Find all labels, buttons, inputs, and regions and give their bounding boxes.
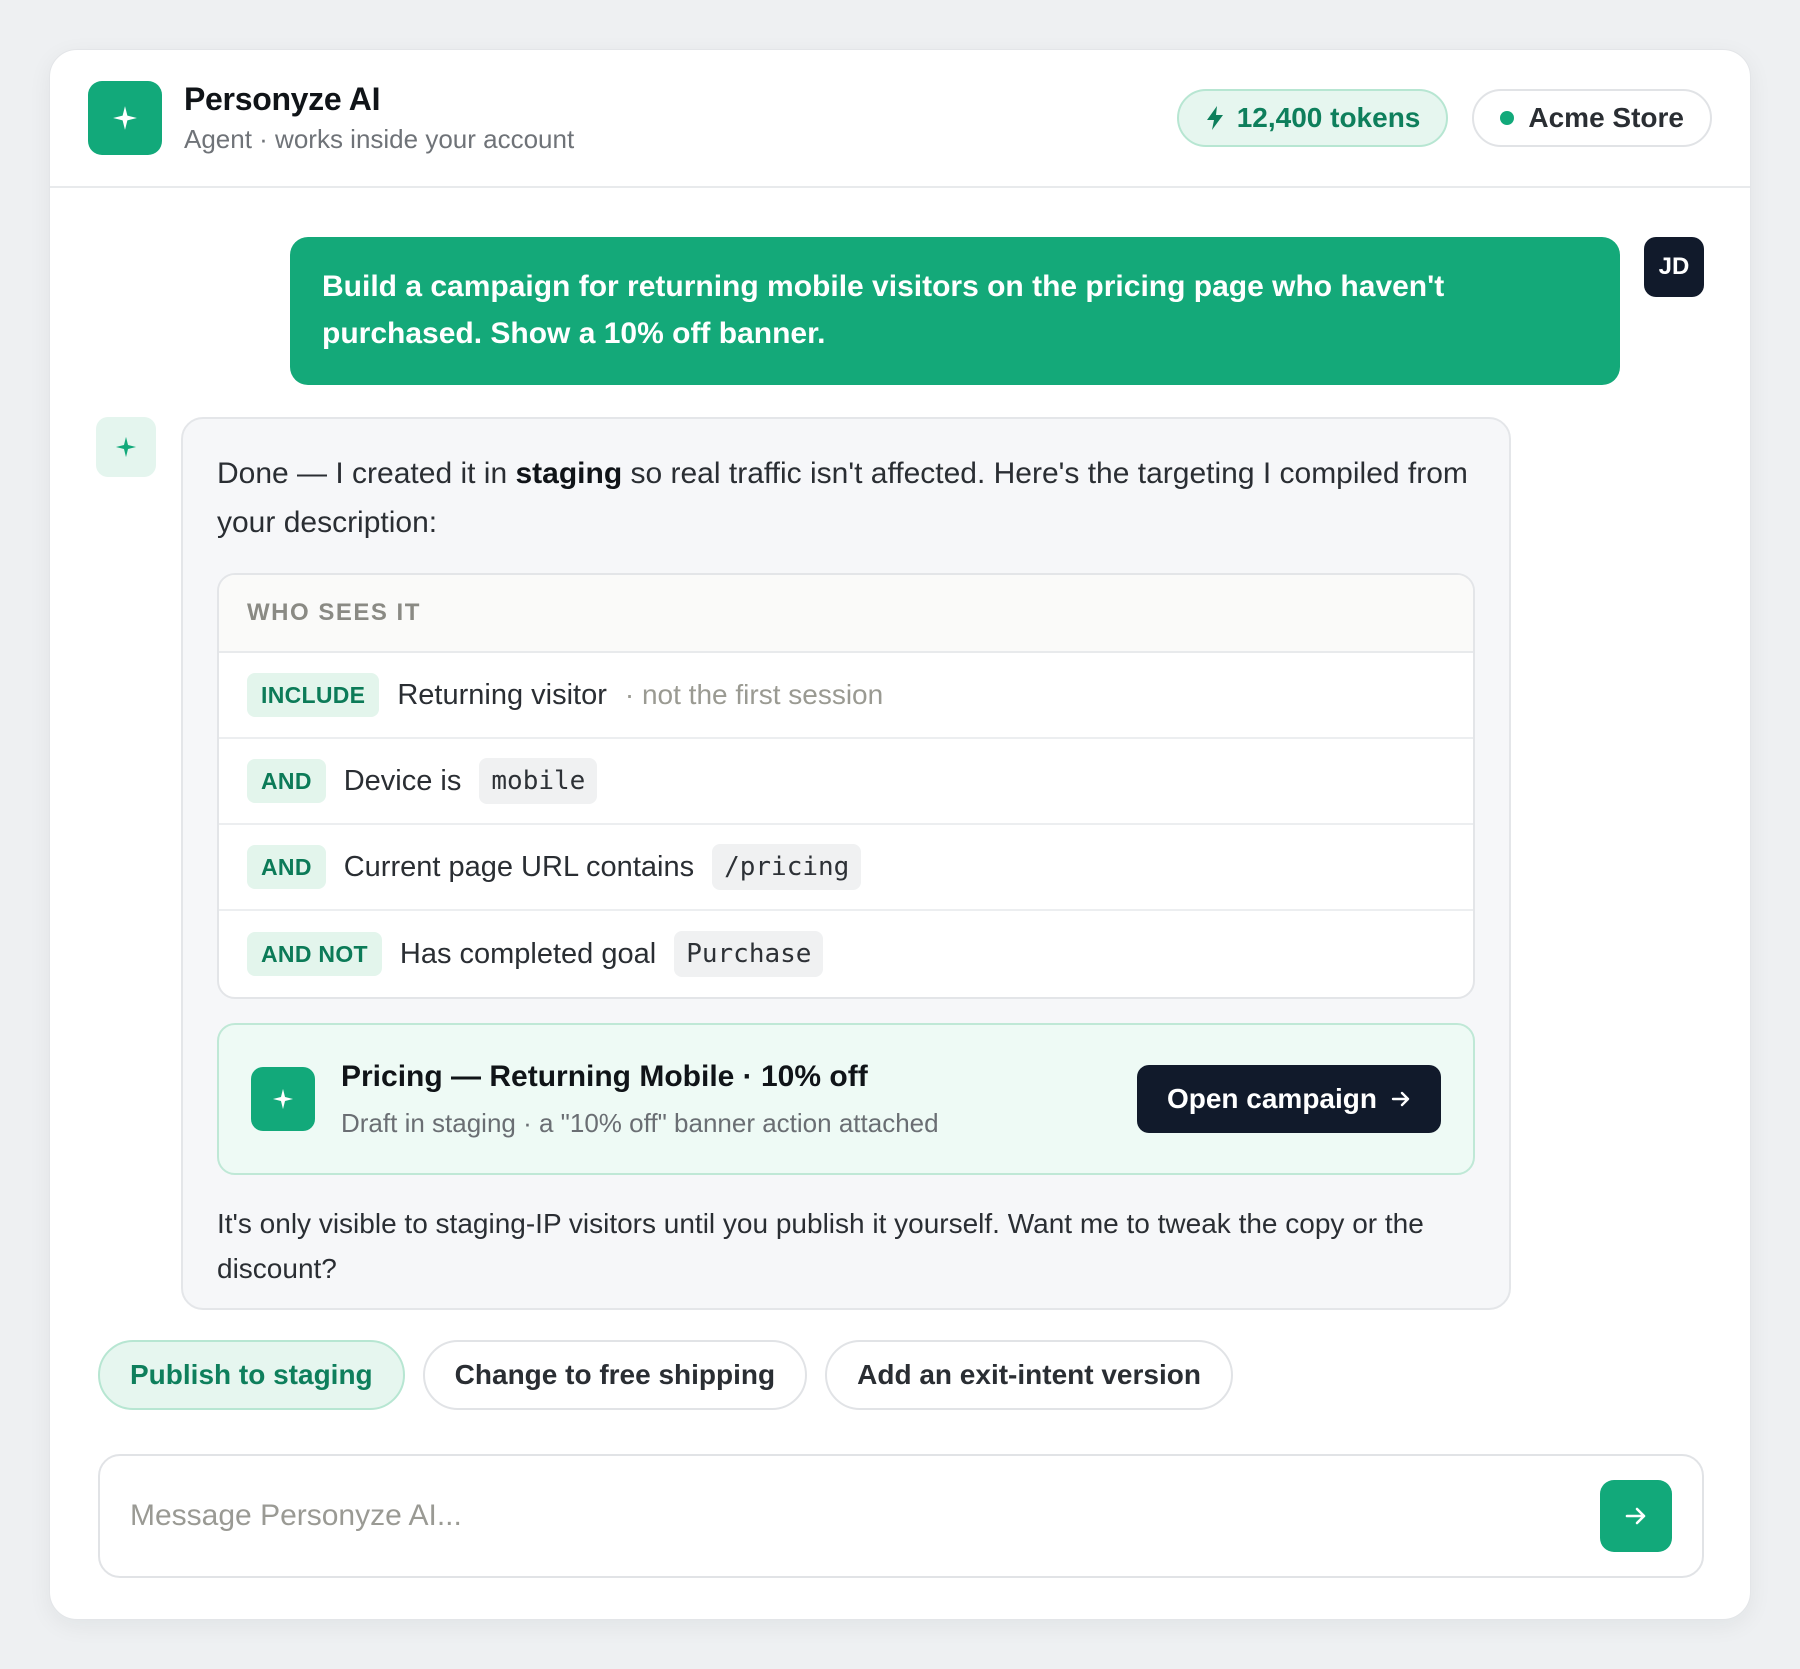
arrow-right-icon: [1625, 1507, 1646, 1525]
rule-operator: AND: [247, 845, 326, 889]
rule-value: Purchase: [674, 931, 824, 977]
user-message: Build a campaign for returning mobile vi…: [290, 237, 1620, 385]
rule-text: Has completed goal: [399, 937, 657, 970]
store-selector[interactable]: Acme Store: [1472, 89, 1712, 147]
targeting-heading: WHO SEES IT: [219, 575, 1473, 653]
targeting-card: WHO SEES IT INCLUDE Returning visitor · …: [217, 573, 1475, 999]
brand: Personyze AI Agent · works inside your a…: [184, 81, 574, 155]
assistant-intro: Done — I created it in staging so real t…: [217, 449, 1475, 547]
campaign-icon: [251, 1067, 315, 1131]
sparkle-icon: [272, 1088, 294, 1110]
assistant-avatar: [96, 417, 156, 477]
rule-operator: AND: [247, 759, 326, 803]
suggestion-publish-staging[interactable]: Publish to staging: [98, 1340, 405, 1410]
sparkle-icon: [113, 106, 137, 130]
rule-operator: INCLUDE: [247, 673, 380, 717]
bolt-icon: [1206, 106, 1223, 130]
app-logo: [88, 81, 162, 155]
app-title: Personyze AI: [184, 81, 381, 117]
store-name: Acme Store: [1528, 102, 1684, 133]
send-button[interactable]: [1600, 1480, 1672, 1552]
intro-bold: staging: [515, 457, 623, 490]
arrow-right-icon: [1391, 1091, 1410, 1107]
open-campaign-label: Open campaign: [1166, 1083, 1377, 1114]
rule-text: Returning visitor: [397, 678, 607, 711]
rule-text: Current page URL contains: [343, 850, 695, 883]
rule-note: · not the first session: [624, 679, 884, 710]
targeting-rule: INCLUDE Returning visitor · not the firs…: [219, 653, 1473, 739]
header-actions: 12,400 tokens Acme Store: [1176, 89, 1712, 147]
app-subtitle: Agent · works inside your account: [184, 124, 575, 154]
status-dot-icon: [1500, 111, 1515, 125]
campaign-subtitle: Draft in staging · a "10% off" banner ac…: [341, 1107, 939, 1138]
sparkle-icon: [115, 436, 137, 458]
token-count: 12,400 tokens: [1236, 102, 1421, 133]
assistant-outro: It's only visible to staging-IP visitors…: [217, 1208, 1424, 1284]
suggestion-exit-intent[interactable]: Add an exit-intent version: [825, 1340, 1233, 1410]
campaign-card: Pricing — Returning Mobile · 10% off Dra…: [217, 1023, 1475, 1175]
intro-text: Done — I created it in: [217, 457, 516, 490]
rule-value: /pricing: [712, 844, 862, 890]
targeting-rule: AND NOT Has completed goal Purchase: [219, 911, 1473, 997]
rule-value: mobile: [479, 758, 598, 804]
open-campaign-button[interactable]: Open campaign: [1136, 1065, 1441, 1133]
suggestion-chips: Publish to staging Change to free shippi…: [98, 1340, 1233, 1410]
assistant-window: Personyze AI Agent · works inside your a…: [49, 49, 1751, 1620]
suggestion-free-shipping[interactable]: Change to free shipping: [422, 1340, 808, 1410]
campaign-info: Pricing — Returning Mobile · 10% off Dra…: [341, 1060, 939, 1139]
campaign-title: Pricing — Returning Mobile · 10% off: [341, 1059, 868, 1093]
rule-operator: AND NOT: [247, 932, 382, 976]
targeting-rule: AND Device is mobile: [219, 739, 1473, 825]
message-composer: [98, 1454, 1704, 1578]
token-balance-badge[interactable]: 12,400 tokens: [1176, 89, 1449, 147]
app-header: Personyze AI Agent · works inside your a…: [50, 50, 1750, 188]
rule-text: Device is: [343, 764, 462, 797]
user-avatar: JD: [1644, 237, 1704, 297]
assistant-message: Done — I created it in staging so real t…: [181, 417, 1511, 1310]
message-input[interactable]: [130, 1499, 1600, 1533]
targeting-rule: AND Current page URL contains /pricing: [219, 825, 1473, 911]
